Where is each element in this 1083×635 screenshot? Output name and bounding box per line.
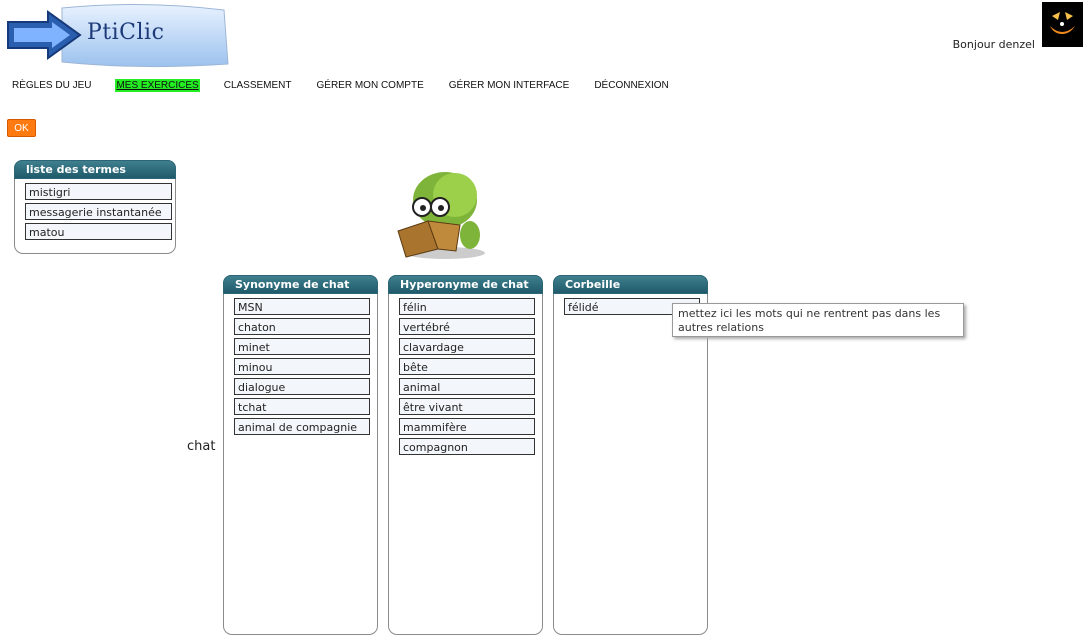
trash-box-title: Corbeille	[553, 275, 708, 294]
nav-classement[interactable]: CLASSEMENT	[223, 79, 293, 92]
term-item[interactable]: minet	[234, 338, 370, 355]
ok-button[interactable]: OK	[7, 119, 36, 137]
greeting-text: Bonjour denzel	[952, 38, 1035, 51]
term-item[interactable]: vertébré	[399, 318, 535, 335]
nav-deconnexion[interactable]: DÉCONNEXION	[593, 79, 669, 92]
term-item[interactable]: mistigri	[25, 183, 172, 200]
term-item[interactable]: matou	[25, 223, 172, 240]
avatar[interactable]	[1042, 2, 1083, 47]
term-item[interactable]: MSN	[234, 298, 370, 315]
term-item[interactable]: clavardage	[399, 338, 535, 355]
nav-gerer-mon-interface[interactable]: GÉRER MON INTERFACE	[448, 79, 571, 92]
term-item[interactable]: chaton	[234, 318, 370, 335]
term-item[interactable]: compagnon	[399, 438, 535, 455]
pumpkin-face-icon	[1042, 2, 1083, 47]
hypernym-box-title: Hyperonyme de chat	[388, 275, 543, 294]
nav-mes-exercices[interactable]: MES EXERCICES	[115, 79, 200, 92]
center-word: chat	[187, 439, 216, 454]
term-item[interactable]: dialogue	[234, 378, 370, 395]
term-item[interactable]: animal	[399, 378, 535, 395]
term-item[interactable]: messagerie instantanée	[25, 203, 172, 220]
mascot-reading-image	[390, 165, 495, 260]
term-item[interactable]: être vivant	[399, 398, 535, 415]
logo-text: PtiClic	[87, 20, 165, 45]
main-nav: RÈGLES DU JEU MES EXERCICES CLASSEMENT G…	[11, 79, 693, 92]
trash-tooltip: mettez ici les mots qui ne rentrent pas …	[672, 303, 964, 337]
term-item[interactable]: mammifère	[399, 418, 535, 435]
term-item[interactable]: tchat	[234, 398, 370, 415]
term-item[interactable]: animal de compagnie	[234, 418, 370, 435]
term-item[interactable]: félin	[399, 298, 535, 315]
hypernym-drop-box[interactable]: Hyperonyme de chat félin vertébré clavar…	[388, 275, 543, 635]
pticlic-logo[interactable]: PtiClic	[2, 0, 230, 70]
terms-list-box: liste des termes mistigri messagerie ins…	[14, 160, 176, 254]
nav-gerer-mon-compte[interactable]: GÉRER MON COMPTE	[316, 79, 425, 92]
synonym-box-title: Synonyme de chat	[223, 275, 378, 294]
synonym-drop-box[interactable]: Synonyme de chat MSN chaton minet minou …	[223, 275, 378, 635]
mascot-icon	[397, 172, 485, 259]
term-item[interactable]: bête	[399, 358, 535, 375]
terms-list-title: liste des termes	[14, 160, 176, 179]
term-item[interactable]: minou	[234, 358, 370, 375]
nav-regles-du-jeu[interactable]: RÈGLES DU JEU	[11, 79, 92, 92]
